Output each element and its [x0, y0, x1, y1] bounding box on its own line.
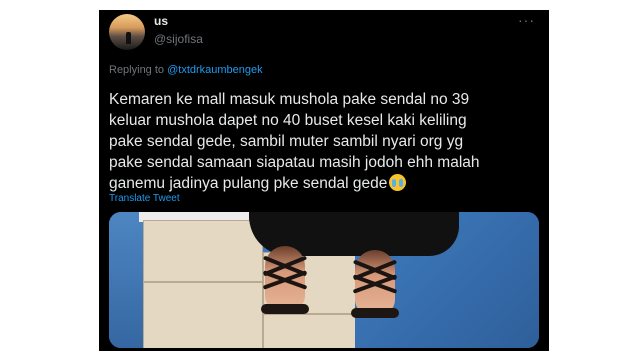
more-options-icon[interactable]: ··· [518, 12, 535, 28]
tweet-media-image[interactable] [109, 212, 539, 348]
replying-to-label: Replying to [109, 64, 168, 76]
avatar[interactable] [109, 14, 145, 50]
right-foot-sandal [351, 250, 399, 318]
tweet-text-block: Kemaren ke mall masuk mushola pake senda… [109, 89, 541, 194]
floor-tile [263, 314, 357, 348]
floor-tile [143, 282, 263, 348]
left-foot-sandal [261, 246, 309, 314]
tweet-text: Kemaren ke mall masuk mushola pake senda… [109, 91, 480, 192]
tweet-card: us @sijofisa ··· Replying to @txtdrkaumb… [99, 10, 549, 351]
replying-to: Replying to @txtdrkaumbengek [109, 64, 263, 76]
user-handle[interactable]: @sijofisa [154, 32, 203, 46]
display-name[interactable]: us [154, 14, 168, 28]
crying-face-icon [389, 174, 407, 191]
floor-tile [143, 220, 263, 282]
floor-left [109, 212, 143, 348]
reply-mention-link[interactable]: @txtdrkaumbengek [167, 64, 263, 76]
translate-tweet-link[interactable]: Translate Tweet [109, 193, 180, 204]
